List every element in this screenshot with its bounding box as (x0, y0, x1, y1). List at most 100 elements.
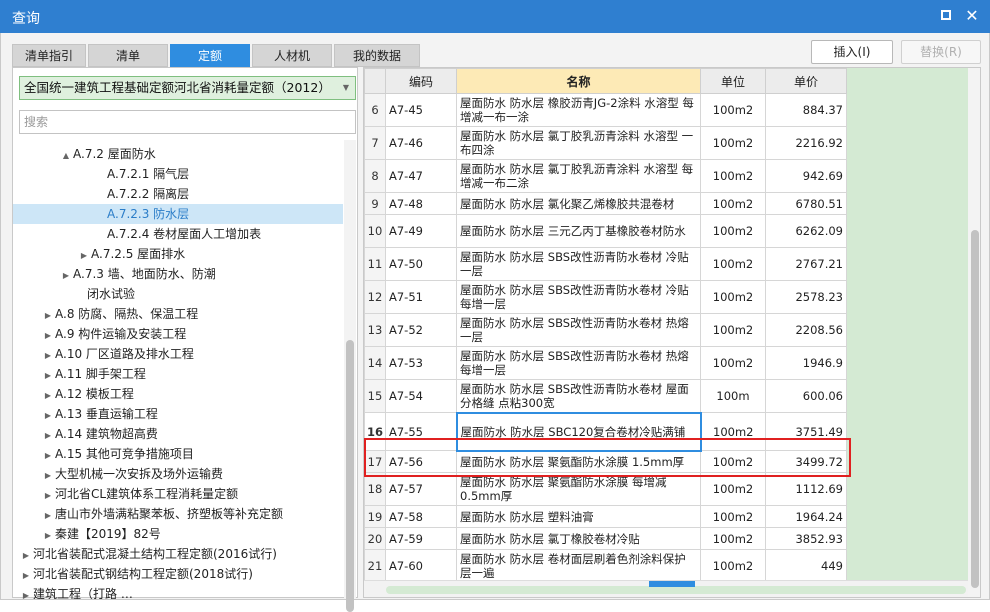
quota-unit[interactable]: 100m2 (700, 159, 766, 193)
row-number[interactable]: 19 (364, 505, 386, 528)
quota-unit[interactable]: 100m2 (700, 450, 766, 473)
row-number[interactable]: 14 (364, 346, 386, 380)
quota-code[interactable]: A7-47 (385, 159, 457, 193)
row-number[interactable]: 11 (364, 247, 386, 281)
table-row[interactable]: 10 A7-49 屋面防水 防水层 三元乙丙丁基橡胶卷材防水 100m2 6262.09 (364, 214, 847, 248)
tree-item[interactable]: 闭水试验 (13, 284, 343, 304)
quota-name[interactable]: 屋面防水 防水层 聚氨酯防水涂膜 1.5mm厚 (456, 450, 701, 473)
quota-price[interactable]: 6780.51 (765, 192, 847, 215)
row-number[interactable]: 10 (364, 214, 386, 248)
tree-item[interactable]: ▶ A.12 模板工程 (13, 384, 343, 404)
quota-unit[interactable]: 100m2 (700, 505, 766, 528)
tree-item[interactable]: ▶ A.7.2.5 屋面排水 (13, 244, 343, 264)
tree-item[interactable]: A.7.2.4 卷材屋面人工增加表 (13, 224, 343, 244)
table-row[interactable]: 18 A7-57 屋面防水 防水层 聚氨酯防水涂膜 每增减0.5mm厚 100m2 11… (364, 472, 847, 506)
row-number[interactable]: 21 (364, 549, 386, 583)
header-code[interactable]: 编码 (385, 68, 457, 94)
quota-code[interactable]: A7-48 (385, 192, 457, 215)
tab-list-guide[interactable]: 清单指引 (12, 44, 86, 67)
table-row[interactable]: 16 A7-55 屋面防水 防水层 SBC120复合卷材冷贴满铺 100m2 3751.… (364, 411, 847, 452)
tab-labor-material-machine[interactable]: 人材机 (252, 44, 332, 67)
quota-name[interactable]: 屋面防水 防水层 SBS改性沥青防水卷材 冷贴 一层 (456, 247, 701, 281)
row-number[interactable]: 15 (364, 379, 386, 413)
table-row[interactable]: 15 A7-54 屋面防水 防水层 SBS改性沥青防水卷材 屋面分格缝 点粘300宽… (364, 379, 847, 413)
table-row[interactable]: 20 A7-59 屋面防水 防水层 氯丁橡胶卷材冷贴 100m2 3852.93 (364, 527, 847, 550)
expand-icon[interactable]: ▶ (41, 326, 55, 346)
quota-unit[interactable]: 100m2 (700, 214, 766, 248)
tree-item[interactable]: ▶ 河北省装配式钢结构工程定额(2018试行) (13, 564, 343, 584)
header-price[interactable]: 单价 (765, 68, 847, 94)
table-row[interactable]: 6 A7-45 屋面防水 防水层 橡胶沥青JG-2涂料 水溶型 每增减一布一涂 100… (364, 93, 847, 127)
quota-unit[interactable]: 100m2 (700, 527, 766, 550)
quota-name[interactable]: 屋面防水 防水层 SBS改性沥青防水卷材 热熔 一层 (456, 313, 701, 347)
splitter-handle[interactable] (649, 581, 695, 587)
search-input[interactable] (19, 110, 356, 134)
expand-icon[interactable]: ▶ (41, 386, 55, 406)
expand-icon[interactable]: ▶ (19, 546, 33, 566)
quota-code[interactable]: A7-56 (385, 450, 457, 473)
header-unit[interactable]: 单位 (700, 68, 766, 94)
quota-name[interactable]: 屋面防水 防水层 氯丁橡胶卷材冷贴 (456, 527, 701, 550)
tree-item[interactable]: ▶ 秦建【2019】82号 (13, 524, 343, 544)
tab-list[interactable]: 清单 (88, 44, 168, 67)
row-number[interactable]: 18 (364, 472, 386, 506)
quota-code[interactable]: A7-58 (385, 505, 457, 528)
tree-item[interactable]: A.7.2.1 隔气层 (13, 164, 343, 184)
quota-code[interactable]: A7-54 (385, 379, 457, 413)
tree-item[interactable]: ▶ 建筑工程（打路 … (13, 584, 343, 599)
table-row[interactable]: 8 A7-47 屋面防水 防水层 氯丁胶乳沥青涂料 水溶型 每增减一布二涂 100m2… (364, 159, 847, 193)
quota-name[interactable]: 屋面防水 防水层 塑料油膏 (456, 505, 701, 528)
quota-name[interactable]: 屋面防水 防水层 氯化聚乙烯橡胶共混卷材 (456, 192, 701, 215)
quota-code[interactable]: A7-53 (385, 346, 457, 380)
quota-name[interactable]: 屋面防水 防水层 SBC120复合卷材冷贴满铺 (455, 411, 702, 452)
table-row[interactable]: 19 A7-58 屋面防水 防水层 塑料油膏 100m2 1964.24 (364, 505, 847, 528)
grid-horizontal-scrollbar[interactable] (364, 580, 968, 597)
quota-code[interactable]: A7-59 (385, 527, 457, 550)
expand-icon[interactable]: ▶ (41, 426, 55, 446)
tree-item[interactable]: ▶ 唐山市外墙满粘聚苯板、挤塑板等补充定额 (13, 504, 343, 524)
quota-unit[interactable]: 100m2 (700, 412, 766, 451)
tab-my-data[interactable]: 我的数据 (334, 44, 420, 67)
quota-unit[interactable]: 100m2 (700, 93, 766, 127)
row-number[interactable]: 9 (364, 192, 386, 215)
tree-item[interactable]: ▶ 河北省装配式混凝土结构工程定额(2016试行) (13, 544, 343, 564)
quota-code[interactable]: A7-57 (385, 472, 457, 506)
quota-price[interactable]: 600.06 (765, 379, 847, 413)
quota-name[interactable]: 屋面防水 防水层 卷材面层刷着色剂涂料保护层一遍 (456, 549, 701, 583)
quota-price[interactable]: 2767.21 (765, 247, 847, 281)
table-row[interactable]: 14 A7-53 屋面防水 防水层 SBS改性沥青防水卷材 热熔 每增一层 100m2… (364, 346, 847, 380)
close-icon[interactable]: ✕ (962, 6, 982, 26)
quota-price[interactable]: 2216.92 (765, 126, 847, 160)
quota-code[interactable]: A7-60 (385, 549, 457, 583)
expand-icon[interactable]: ▶ (41, 306, 55, 326)
quota-name[interactable]: 屋面防水 防水层 聚氨酯防水涂膜 每增减0.5mm厚 (456, 472, 701, 506)
tree-item[interactable]: ▶ A.10 厂区道路及排水工程 (13, 344, 343, 364)
quota-price[interactable]: 2208.56 (765, 313, 847, 347)
quota-price[interactable]: 3852.93 (765, 527, 847, 550)
quota-unit[interactable]: 100m2 (700, 126, 766, 160)
quota-price[interactable]: 3751.49 (765, 412, 847, 451)
expand-icon[interactable]: ▶ (41, 406, 55, 426)
quota-price[interactable]: 449 (765, 549, 847, 583)
tree-item[interactable]: ▶ A.9 构件运输及安装工程 (13, 324, 343, 344)
quota-name[interactable]: 屋面防水 防水层 氯丁胶乳沥青涂料 水溶型 每增减一布二涂 (456, 159, 701, 193)
tab-quota[interactable]: 定额 (170, 44, 250, 67)
quota-price[interactable]: 3499.72 (765, 450, 847, 473)
quota-price[interactable]: 2578.23 (765, 280, 847, 314)
quota-name[interactable]: 屋面防水 防水层 三元乙丙丁基橡胶卷材防水 (456, 214, 701, 248)
quota-unit[interactable]: 100m2 (700, 192, 766, 215)
table-row[interactable]: 9 A7-48 屋面防水 防水层 氯化聚乙烯橡胶共混卷材 100m2 6780.51 (364, 192, 847, 215)
table-row[interactable]: 17 A7-56 屋面防水 防水层 聚氨酯防水涂膜 1.5mm厚 100m2 3499.… (364, 450, 847, 473)
quota-code[interactable]: A7-52 (385, 313, 457, 347)
table-row[interactable]: 13 A7-52 屋面防水 防水层 SBS改性沥青防水卷材 热熔 一层 100m2 22… (364, 313, 847, 347)
grid-hscroll-thumb[interactable] (386, 586, 966, 594)
expand-icon[interactable]: ▶ (59, 266, 73, 286)
row-number[interactable]: 17 (364, 450, 386, 473)
row-number[interactable]: 16 (364, 412, 386, 451)
row-number[interactable]: 12 (364, 280, 386, 314)
quota-price[interactable]: 1946.9 (765, 346, 847, 380)
insert-button[interactable]: 插入(I) (811, 40, 893, 64)
tree-scrollbar-thumb[interactable] (346, 340, 354, 612)
quota-name[interactable]: 屋面防水 防水层 橡胶沥青JG-2涂料 水溶型 每增减一布一涂 (456, 93, 701, 127)
row-number[interactable]: 6 (364, 93, 386, 127)
